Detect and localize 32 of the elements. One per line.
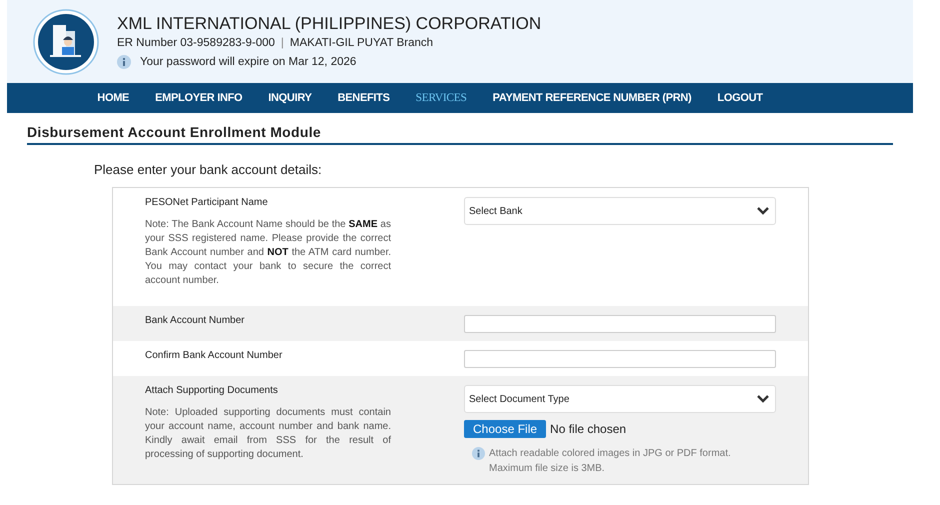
chevron-down-icon [757,207,769,215]
field-label: PESONet Participant Name [145,197,269,208]
nav-link[interactable]: LOGOUT [704,92,776,104]
instruction-text: Please enter your bank account details: [94,162,323,177]
field-label: Attach Supporting Documents [145,385,279,396]
building-logo-icon [33,8,99,74]
chevron-down-icon [757,395,769,403]
branch-name: MAKATI-GIL PUYAT Branch [290,37,434,49]
input-field[interactable] [464,350,776,368]
nav-link[interactable]: BENEFITS [324,92,403,104]
company-name: XML INTERNATIONAL (PHILIPPINES) CORPORATION [117,14,542,34]
module-title: Disbursement Account Enrollment Module [27,124,893,145]
info-icon [117,55,131,69]
separator: | [280,37,284,49]
dropdown-field[interactable]: Select Document Type [464,385,776,413]
choose-file-button[interactable]: Choose File [464,420,546,438]
note-text: Note: The Bank Account Name should be the SAME as your SSS registered name. Please provide the correct Bank Account number and NOT the ATM card number. You may contact your bank to secure the correct account number. [145,218,391,288]
input-field[interactable] [464,315,776,333]
dropdown-field[interactable]: Select Bank [464,197,776,225]
field-label: Bank Account Number [145,315,246,326]
nav-link[interactable]: EMPLOYER INFO [142,92,256,104]
hint-text: Attach readable colored images in JPG or PDF format. Maximum file size is 3MB. [489,447,732,476]
info-icon [472,447,485,460]
file-status: No file chosen [550,422,626,436]
nav-link[interactable]: INQUIRY [255,92,325,104]
nav-link[interactable]: PAYMENT REFERENCE NUMBER (PRN) [480,92,704,104]
nav-link[interactable]: SERVICES [402,92,480,104]
nav-link[interactable]: HOME [84,92,142,104]
field-label: Confirm Bank Account Number [145,350,284,361]
password-notice: Your password will expire on Mar 12, 2026 [140,56,356,68]
note-text: Note: Uploaded supporting documents must contain your account name, account number and bank name. Kindly await email from SSS for the result of processing of supporting document. [145,406,391,462]
er-number: ER Number 03-9589283-9-000 [117,37,275,49]
